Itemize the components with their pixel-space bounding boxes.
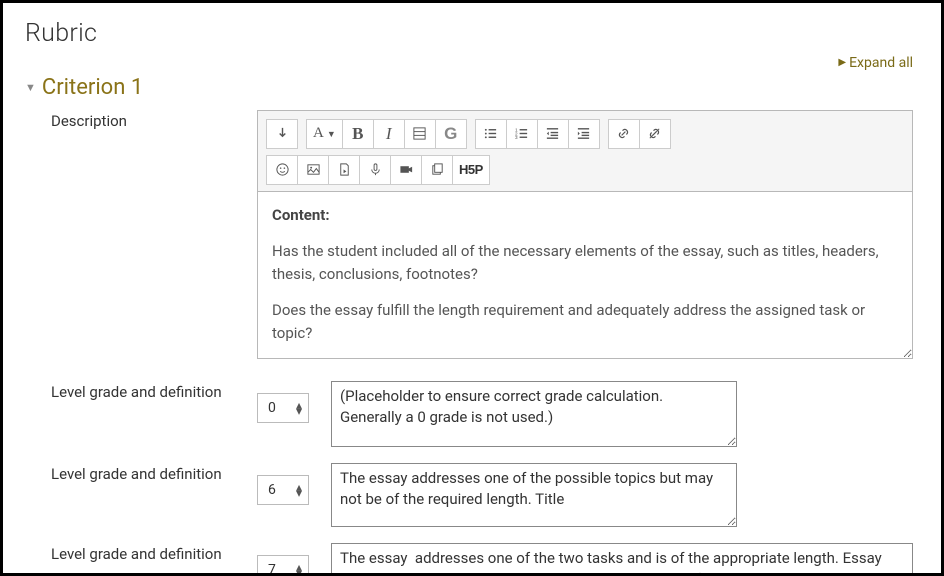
grade-value: 0 [268, 400, 276, 416]
smile-icon [275, 162, 290, 177]
mic-icon [368, 162, 383, 177]
editor-toolbar: A ▼ B I G [258, 111, 912, 191]
indent-button[interactable] [568, 119, 600, 149]
grade-stepper[interactable]: 0 ▴▾ [257, 393, 309, 423]
video-button[interactable] [390, 155, 422, 185]
mic-button[interactable] [359, 155, 391, 185]
caret-right-icon: ▶ [838, 57, 846, 68]
unlink-button[interactable] [639, 119, 671, 149]
content-paragraph-2: Does the essay fulfill the length requir… [272, 299, 898, 344]
guide-button[interactable]: G [435, 119, 467, 149]
expand-all-label: Expand all [849, 55, 913, 71]
grade-stepper[interactable]: 6 ▴▾ [257, 475, 309, 505]
link-icon [616, 126, 631, 141]
video-icon [399, 162, 414, 177]
image-button[interactable] [297, 155, 329, 185]
stepper-icon: ▴▾ [296, 402, 302, 414]
caret-down-icon: ▼ [25, 81, 36, 94]
definition-textarea[interactable] [331, 381, 737, 447]
page-title: Rubric [25, 19, 913, 48]
expand-all-link[interactable]: ▶ Expand all [838, 55, 913, 71]
criterion-title: Criterion 1 [42, 75, 143, 100]
h5p-button[interactable]: H5P [452, 155, 490, 185]
bullet-list-icon [483, 126, 498, 141]
svg-text:3: 3 [515, 135, 518, 140]
level-label: Level grade and definition [25, 381, 257, 401]
grade-value: 7 [268, 562, 276, 576]
outdent-button[interactable] [537, 119, 569, 149]
editor-content-area[interactable]: Content: Has the student included all of… [258, 191, 912, 359]
numbered-list-icon: 123 [514, 126, 529, 141]
definition-textarea[interactable] [331, 463, 737, 527]
toolbar-toggle-button[interactable] [266, 119, 298, 149]
grade-value: 6 [268, 482, 276, 498]
image-icon [306, 162, 321, 177]
emoji-button[interactable] [266, 155, 298, 185]
window-frame: Rubric ▶ Expand all ▼ Criterion 1 Descri… [0, 0, 944, 576]
bold-button[interactable]: B [342, 119, 374, 149]
stepper-icon: ▴▾ [296, 484, 302, 496]
media-button[interactable] [328, 155, 360, 185]
grid-button[interactable] [404, 119, 436, 149]
unlink-icon [647, 126, 662, 141]
numbered-list-button[interactable]: 123 [506, 119, 538, 149]
files-icon [430, 162, 445, 177]
files-button[interactable] [421, 155, 453, 185]
criterion-header[interactable]: ▼ Criterion 1 [25, 75, 913, 100]
level-label: Level grade and definition [25, 463, 257, 483]
arrow-down-icon [275, 126, 290, 141]
italic-button[interactable]: I [373, 119, 405, 149]
grid-icon [412, 126, 427, 141]
caret-down-icon: ▼ [327, 129, 336, 139]
link-button[interactable] [608, 119, 640, 149]
level-label: Level grade and definition [25, 543, 257, 563]
rich-text-editor: A ▼ B I G [257, 110, 913, 360]
description-label: Description [25, 110, 257, 360]
outdent-icon [545, 126, 560, 141]
content-heading: Content: [272, 206, 330, 224]
definition-textarea[interactable] [331, 543, 913, 576]
grade-stepper[interactable]: 7 ▴▾ [257, 555, 309, 576]
indent-icon [576, 126, 591, 141]
stepper-icon: ▴▾ [296, 564, 302, 576]
file-icon [337, 162, 352, 177]
bullet-list-button[interactable] [475, 119, 507, 149]
content-paragraph-1: Has the student included all of the nece… [272, 240, 898, 285]
font-family-button[interactable]: A ▼ [306, 119, 343, 149]
